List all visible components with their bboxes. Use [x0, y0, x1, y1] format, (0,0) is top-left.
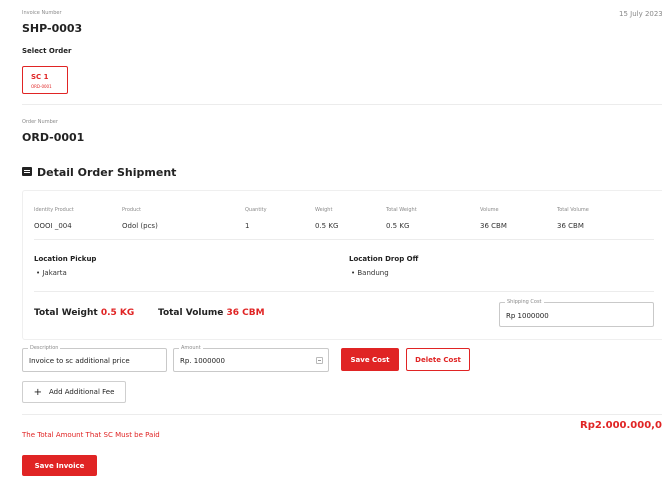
plus-icon: +	[33, 386, 42, 398]
shipping-cost-label: Shipping Cost	[505, 299, 544, 306]
amount-field[interactable]: Amount Rp. 1000000	[173, 345, 329, 372]
detail-title: Detail Order Shipment	[37, 166, 177, 179]
divider	[22, 414, 662, 415]
add-fee-label: Add Additional Fee	[48, 388, 115, 396]
col-quantity: Quantity	[245, 207, 267, 213]
order-card-title: SC 1	[31, 73, 49, 81]
col-total-weight: Total Weight	[386, 207, 417, 213]
col-product: Product	[122, 207, 141, 213]
total-volume-label: Total Volume	[158, 308, 224, 318]
col-volume: Volume	[480, 207, 499, 213]
amount-label: Amount	[179, 345, 203, 352]
col-total-volume: Total Volume	[557, 207, 589, 213]
order-number-label: Order Number	[22, 119, 58, 125]
cell-total-weight: 0.5 KG	[386, 222, 410, 230]
shipping-cost-field[interactable]: Shipping Cost Rp 1000000	[499, 299, 654, 327]
shipping-cost-value: Rp 1000000	[506, 312, 549, 320]
total-amount-label: The Total Amount That SC Must be Paid	[22, 431, 160, 439]
detail-card: Identity Product Product Quantity Weight…	[22, 190, 662, 340]
save-cost-button[interactable]: Save Cost	[341, 348, 399, 371]
description-field[interactable]: Description Invoice to sc additional pri…	[22, 345, 167, 372]
divider	[22, 104, 662, 105]
save-invoice-button[interactable]: Save Invoice	[22, 455, 97, 476]
location-pickup-item: • Jakarta	[36, 269, 67, 277]
document-icon	[22, 167, 32, 176]
select-order-title: Select Order	[22, 47, 72, 55]
cell-weight: 0.5 KG	[315, 222, 339, 230]
order-card-sub: ORD-0001	[31, 84, 52, 89]
invoice-number: SHP-0003	[22, 22, 83, 35]
total-amount-value: Rp2.000.000,00	[580, 420, 662, 431]
divider	[34, 239, 654, 240]
location-pickup-label: Location Pickup	[34, 255, 97, 263]
col-identity-product: Identity Product	[34, 207, 74, 213]
cell-identity-product: OOOI _004	[34, 222, 72, 230]
total-volume: Total Volume 36 CBM	[158, 308, 265, 318]
delete-cost-button[interactable]: Delete Cost	[406, 348, 470, 371]
divider	[34, 291, 654, 292]
total-weight-label: Total Weight	[34, 308, 98, 318]
location-pickup: Jakarta	[42, 269, 67, 277]
location-dropoff: Bandung	[357, 269, 389, 277]
cell-product: Odol (pcs)	[122, 222, 158, 230]
cell-quantity: 1	[245, 222, 250, 230]
invoice-date: 15 July 2023	[619, 10, 662, 18]
order-number: ORD-0001	[22, 131, 85, 144]
total-volume-value: 36 CBM	[226, 308, 265, 318]
cell-total-volume: 36 CBM	[557, 222, 584, 230]
location-dropoff-item: • Bandung	[351, 269, 389, 277]
invoice-number-label: Invoice Number	[22, 10, 62, 16]
location-dropoff-label: Location Drop Off	[349, 255, 419, 263]
total-weight-value: 0.5 KG	[100, 308, 135, 318]
stepper-icon[interactable]	[316, 357, 323, 364]
description-label: Description	[28, 345, 61, 352]
total-weight: Total Weight 0.5 KG	[34, 308, 134, 318]
description-value: Invoice to sc additional price	[29, 357, 130, 365]
order-card-sc1[interactable]: SC 1 ORD-0001	[22, 66, 68, 94]
cell-volume: 36 CBM	[480, 222, 507, 230]
add-additional-fee-button[interactable]: + Add Additional Fee	[22, 381, 126, 403]
col-weight: Weight	[315, 207, 333, 213]
amount-value: Rp. 1000000	[180, 357, 225, 365]
